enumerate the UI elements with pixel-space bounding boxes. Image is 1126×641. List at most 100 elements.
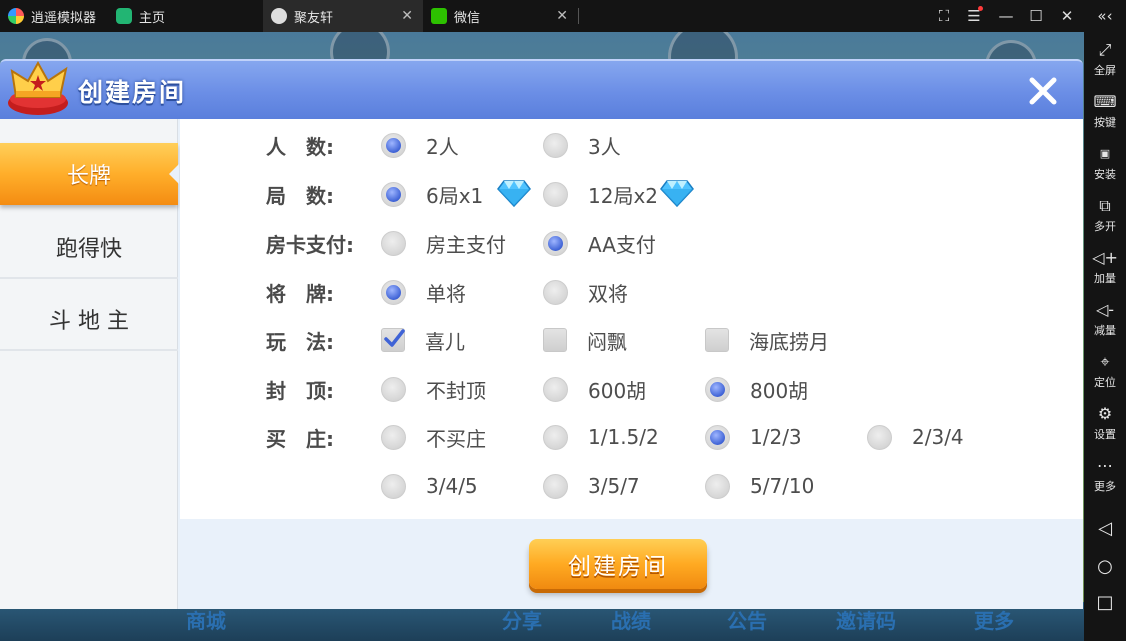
radio-button[interactable] — [381, 181, 406, 207]
checkbox[interactable] — [381, 328, 405, 352]
radio-button[interactable] — [705, 376, 730, 402]
option-banker-1-2-3[interactable]: 1/2/3 — [705, 422, 802, 452]
toolbar-multi[interactable]: ⧉ 多开 — [1084, 194, 1126, 246]
radio-button[interactable] — [381, 424, 406, 450]
option-banker-5-7-10[interactable]: 5/7/10 — [705, 471, 814, 501]
option-banker-3-5-7[interactable]: 3/5/7 — [543, 471, 640, 501]
menu-item-label: 长牌 — [66, 164, 111, 189]
apk-install-icon: ▣ — [1099, 147, 1111, 160]
close-window-icon[interactable]: ✕ — [1052, 0, 1082, 32]
toolbar-label: 设置 — [1094, 428, 1116, 441]
toolbar-label: 定位 — [1094, 376, 1116, 389]
toolbar-settings[interactable]: ⚙ 设置 — [1084, 402, 1126, 454]
option-label: 600胡 — [588, 378, 647, 403]
radio-button[interactable] — [381, 132, 406, 158]
minimize-icon[interactable]: — — [991, 0, 1021, 32]
maximize-icon[interactable]: ☐ — [1021, 0, 1051, 32]
radio-button[interactable] — [543, 424, 568, 450]
option-banker-2-3-4[interactable]: 2/3/4 — [867, 422, 964, 452]
option-label: 6局x1 — [426, 183, 484, 208]
option-label: 12局x2 — [588, 183, 659, 208]
option-no-banker[interactable]: 不买庄 — [381, 422, 486, 452]
checkbox[interactable] — [705, 328, 729, 352]
option-aa-pay[interactable]: AA支付 — [543, 228, 656, 258]
toolbar-location[interactable]: ⌖ 定位 — [1084, 350, 1126, 402]
location-icon: ⌖ — [1100, 352, 1110, 371]
label-payment: 房卡支付: — [266, 233, 354, 257]
menu-item-label: 跑得快 — [55, 237, 122, 262]
toolbar-keymap[interactable]: ⌨ 按键 — [1084, 90, 1126, 142]
toolbar-install[interactable]: ▣ 安装 — [1084, 142, 1126, 194]
close-tab-icon[interactable]: ✕ — [401, 8, 413, 24]
option-single-general[interactable]: 单将 — [381, 277, 466, 307]
bottom-nav-share: 分享 — [502, 609, 542, 633]
menu-item-doudizhu[interactable]: 斗 地 主 — [0, 289, 178, 351]
menu-item-changpai[interactable]: 长牌 — [0, 143, 179, 205]
toolbar-fullscreen[interactable]: ⤢ 全屏 — [1084, 38, 1126, 90]
menu-icon[interactable]: ☰ — [959, 0, 989, 32]
radio-button[interactable] — [867, 424, 892, 450]
label-general: 将 牌: — [266, 282, 334, 306]
checkmark-icon — [384, 329, 405, 347]
option-label: 2/3/4 — [912, 425, 964, 449]
radio-button[interactable] — [543, 181, 568, 207]
game-tab-icon — [271, 8, 287, 24]
option-cap-800[interactable]: 800胡 — [705, 374, 808, 404]
screenshot-icon[interactable]: ⛶ — [929, 0, 959, 32]
option-menpiao[interactable]: 闷飘 — [543, 325, 627, 355]
radio-button[interactable] — [543, 132, 568, 158]
close-icon — [1029, 77, 1057, 105]
radio-button[interactable] — [705, 424, 730, 450]
menu-item-paodekuai[interactable]: 跑得快 — [0, 217, 178, 279]
toolbar-more[interactable]: ⋯ 更多 — [1084, 454, 1126, 506]
toolbar-volume-up[interactable]: ◁+ 加量 — [1084, 246, 1126, 298]
option-cap-600[interactable]: 600胡 — [543, 374, 646, 404]
radio-button[interactable] — [543, 279, 568, 305]
emulator-app-title: 逍遥模拟器 — [0, 0, 110, 32]
option-label: 房主支付 — [426, 232, 506, 257]
home-nav-icon[interactable]: ○ — [1084, 552, 1126, 582]
option-xier[interactable]: 喜儿 — [381, 325, 465, 355]
bottom-nav-shop: 商城 — [186, 609, 226, 633]
option-3-players[interactable]: 3人 — [543, 130, 621, 160]
radio-button[interactable] — [381, 279, 406, 305]
emulator-app-name: 逍遥模拟器 — [31, 10, 97, 26]
option-label: 3人 — [588, 134, 621, 159]
multi-instance-icon: ⧉ — [1099, 196, 1111, 215]
create-room-button[interactable]: 创建房间 — [529, 539, 707, 589]
close-tab-icon[interactable]: ✕ — [556, 8, 568, 24]
toolbar-volume-down[interactable]: ◁- 减量 — [1084, 298, 1126, 350]
option-label: 双将 — [588, 281, 628, 306]
option-haidilaoyue[interactable]: 海底捞月 — [705, 325, 829, 355]
option-2-players[interactable]: 2人 — [381, 130, 459, 160]
radio-button[interactable] — [705, 473, 730, 499]
option-label: 喜儿 — [425, 329, 465, 354]
diamond-icon — [497, 180, 531, 207]
toolbar-label: 加量 — [1094, 272, 1116, 285]
radio-button[interactable] — [381, 473, 406, 499]
tab-home[interactable]: 主页 — [108, 0, 263, 32]
menu-item-label: 斗 地 主 — [49, 309, 129, 334]
checkbox[interactable] — [543, 328, 567, 352]
option-6-rounds[interactable]: 6局x1 — [381, 179, 483, 209]
radio-button[interactable] — [543, 230, 568, 256]
radio-button[interactable] — [381, 230, 406, 256]
option-banker-1-1.5-2[interactable]: 1/1.5/2 — [543, 422, 659, 452]
tab-divider — [578, 8, 579, 24]
back-nav-icon[interactable]: ◁ — [1084, 514, 1126, 544]
radio-button[interactable] — [381, 376, 406, 402]
option-banker-3-4-5[interactable]: 3/4/5 — [381, 471, 478, 501]
radio-button[interactable] — [543, 473, 568, 499]
tab-wechat[interactable]: 微信 ✕ — [423, 0, 578, 32]
close-dialog-button[interactable] — [1022, 71, 1064, 111]
tab-game[interactable]: 聚友轩 ✕ — [263, 0, 423, 32]
radio-button[interactable] — [543, 376, 568, 402]
option-no-cap[interactable]: 不封顶 — [381, 374, 486, 404]
option-12-rounds[interactable]: 12局x2 — [543, 179, 658, 209]
option-host-pay[interactable]: 房主支付 — [381, 228, 506, 258]
collapse-sidebar-icon[interactable]: «‹ — [1090, 0, 1120, 32]
option-double-general[interactable]: 双将 — [543, 277, 628, 307]
diamond-icon — [660, 180, 694, 207]
toolbar-label: 减量 — [1094, 324, 1116, 337]
recents-nav-icon[interactable]: □ — [1084, 588, 1126, 618]
